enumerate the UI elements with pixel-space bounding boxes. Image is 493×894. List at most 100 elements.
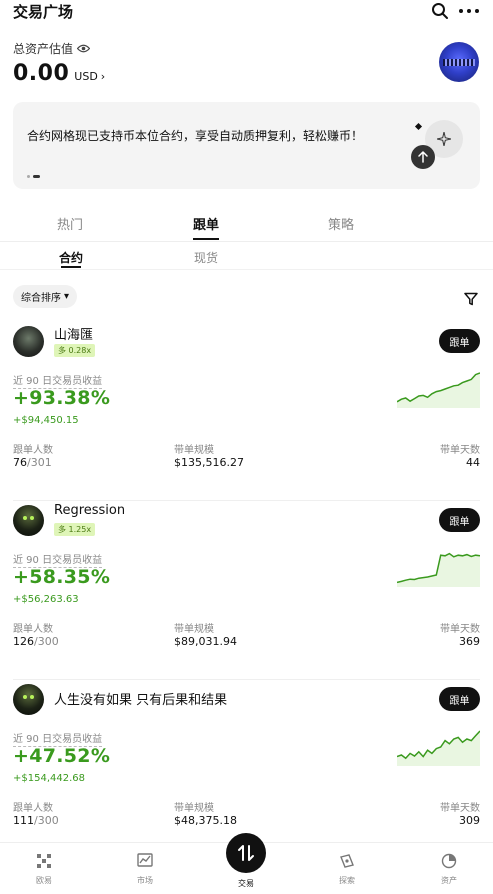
roi-percent: +47.52% bbox=[13, 745, 111, 767]
follow-button[interactable]: 跟单 bbox=[439, 508, 480, 532]
trader-avatar bbox=[13, 684, 44, 715]
followers-max: /301 bbox=[27, 456, 52, 469]
search-icon[interactable] bbox=[431, 2, 449, 20]
leverage-badge: 多 1.25x bbox=[54, 523, 96, 536]
market-chart-icon bbox=[137, 853, 153, 867]
nav-item-explore[interactable]: 探索 bbox=[317, 853, 377, 886]
total-assets-label-text: 总资产估值 bbox=[13, 42, 74, 56]
avatar-pattern bbox=[443, 59, 475, 66]
nav-item-market[interactable]: 市场 bbox=[115, 853, 175, 886]
nav-item-okx[interactable]: 欧易 bbox=[14, 853, 74, 886]
scale-label: 带单规模 bbox=[174, 624, 214, 635]
pnl-sparkline bbox=[397, 730, 480, 766]
days-label: 带单天数 bbox=[440, 445, 480, 456]
followers-value: 111/300 bbox=[13, 814, 59, 827]
pnl-amount: +$56,263.63 bbox=[13, 594, 79, 605]
followers-max: /300 bbox=[34, 814, 59, 827]
leverage-badge: 多 0.28x bbox=[54, 344, 96, 357]
tab-hot[interactable]: 热门 bbox=[57, 214, 83, 233]
follow-button[interactable]: 跟单 bbox=[439, 687, 480, 711]
pagination-dot-active bbox=[33, 175, 40, 178]
trader-avatar bbox=[13, 326, 44, 357]
trade-swap-icon bbox=[238, 845, 254, 861]
banner-pagination bbox=[27, 175, 40, 178]
avatar-eye bbox=[23, 516, 27, 520]
roi-percent: +93.38% bbox=[13, 387, 111, 409]
sort-dropdown[interactable]: 综合排序 ▾ bbox=[13, 285, 78, 308]
sort-label: 综合排序 bbox=[21, 293, 61, 304]
followers-label: 跟单人数 bbox=[13, 803, 53, 814]
subtab-futures[interactable]: 合约 bbox=[59, 249, 83, 266]
explore-compass-icon bbox=[340, 854, 354, 868]
page-title: 交易广场 bbox=[13, 3, 74, 21]
trader-avatar bbox=[13, 505, 44, 536]
sub-tabs: 合约 现货 bbox=[0, 246, 493, 270]
scroll-up-button[interactable] bbox=[411, 145, 435, 169]
followers-max: /300 bbox=[34, 635, 59, 648]
pnl-sparkline bbox=[397, 372, 480, 408]
caret-down-icon: ▾ bbox=[64, 291, 70, 302]
chevron-right-icon: › bbox=[100, 70, 106, 83]
days-value: 309 bbox=[459, 814, 480, 827]
eye-icon[interactable] bbox=[77, 44, 91, 53]
nav-label: 欧易 bbox=[36, 876, 52, 885]
okx-logo-icon bbox=[37, 854, 51, 868]
nav-label: 探索 bbox=[339, 876, 355, 885]
days-value: 369 bbox=[459, 635, 480, 648]
main-tabs: 热门 跟单 策略 bbox=[0, 212, 493, 242]
nav-label: 资产 bbox=[441, 876, 457, 885]
avatar-eye bbox=[30, 695, 34, 699]
total-assets-value[interactable]: 0.00 USD › bbox=[13, 61, 105, 86]
trader-card[interactable]: 山海匯 多 0.28x 跟单 近 90 日交易员收益 +93.38% +$94,… bbox=[0, 322, 493, 501]
roi-percent: +58.35% bbox=[13, 566, 111, 588]
avatar-eye bbox=[23, 695, 27, 699]
sparkline-area bbox=[397, 553, 480, 587]
days-label: 带单天数 bbox=[440, 803, 480, 814]
tab-strategy[interactable]: 策略 bbox=[328, 214, 354, 233]
scale-value: $135,516.27 bbox=[174, 456, 244, 469]
user-avatar[interactable] bbox=[439, 42, 479, 82]
header: 交易广场 bbox=[0, 0, 493, 24]
nav-item-assets[interactable]: 资产 bbox=[419, 853, 479, 886]
followers-label: 跟单人数 bbox=[13, 445, 53, 456]
tab-copy-trading[interactable]: 跟单 bbox=[193, 214, 219, 233]
tab-active-indicator bbox=[193, 238, 219, 240]
nav-label: 市场 bbox=[137, 876, 153, 885]
nav-item-trade[interactable] bbox=[226, 833, 266, 873]
assets-currency: USD bbox=[74, 70, 98, 83]
subtab-spot[interactable]: 现货 bbox=[194, 249, 218, 266]
followers-count: 111 bbox=[13, 814, 34, 827]
banner-text: 合约网格现已支持币本位合约，享受自动质押复利，轻松赚币！ bbox=[27, 129, 364, 143]
trader-card[interactable]: Regression 多 1.25x 跟单 近 90 日交易员收益 +58.35… bbox=[0, 501, 493, 680]
arrow-up-icon bbox=[418, 151, 428, 163]
followers-label: 跟单人数 bbox=[13, 624, 53, 635]
filter-icon[interactable] bbox=[464, 292, 478, 306]
days-value: 44 bbox=[466, 456, 480, 469]
total-assets-label: 总资产估值 bbox=[13, 40, 91, 57]
days-label: 带单天数 bbox=[440, 624, 480, 635]
pnl-amount: +$94,450.15 bbox=[13, 415, 79, 426]
bottom-nav: 欧易 市场 交易 探索 资产 bbox=[0, 833, 493, 894]
pnl-amount: +$154,442.68 bbox=[13, 773, 85, 784]
nav-label-trade: 交易 bbox=[238, 879, 254, 888]
more-horizontal-icon[interactable] bbox=[458, 2, 480, 20]
trader-name: 人生没有如果 只有后果和结果 bbox=[54, 693, 228, 708]
trader-name: Regression bbox=[54, 503, 126, 518]
trader-name: 山海匯 bbox=[54, 328, 94, 343]
followers-value: 76/301 bbox=[13, 456, 52, 469]
sparkle-icon bbox=[437, 132, 451, 146]
promo-banner[interactable]: 合约网格现已支持币本位合约，享受自动质押复利，轻松赚币！ bbox=[13, 102, 480, 189]
followers-value: 126/300 bbox=[13, 635, 59, 648]
pagination-dot bbox=[27, 175, 30, 178]
assets-pie-icon bbox=[441, 853, 457, 869]
followers-count: 76 bbox=[13, 456, 27, 469]
scale-value: $48,375.18 bbox=[174, 814, 237, 827]
avatar-eye bbox=[30, 516, 34, 520]
diamond-icon bbox=[414, 122, 423, 131]
followers-count: 126 bbox=[13, 635, 34, 648]
scale-label: 带单规模 bbox=[174, 803, 214, 814]
scale-label: 带单规模 bbox=[174, 445, 214, 456]
assets-amount: 0.00 bbox=[13, 61, 70, 86]
scale-value: $89,031.94 bbox=[174, 635, 237, 648]
follow-button[interactable]: 跟单 bbox=[439, 329, 480, 353]
